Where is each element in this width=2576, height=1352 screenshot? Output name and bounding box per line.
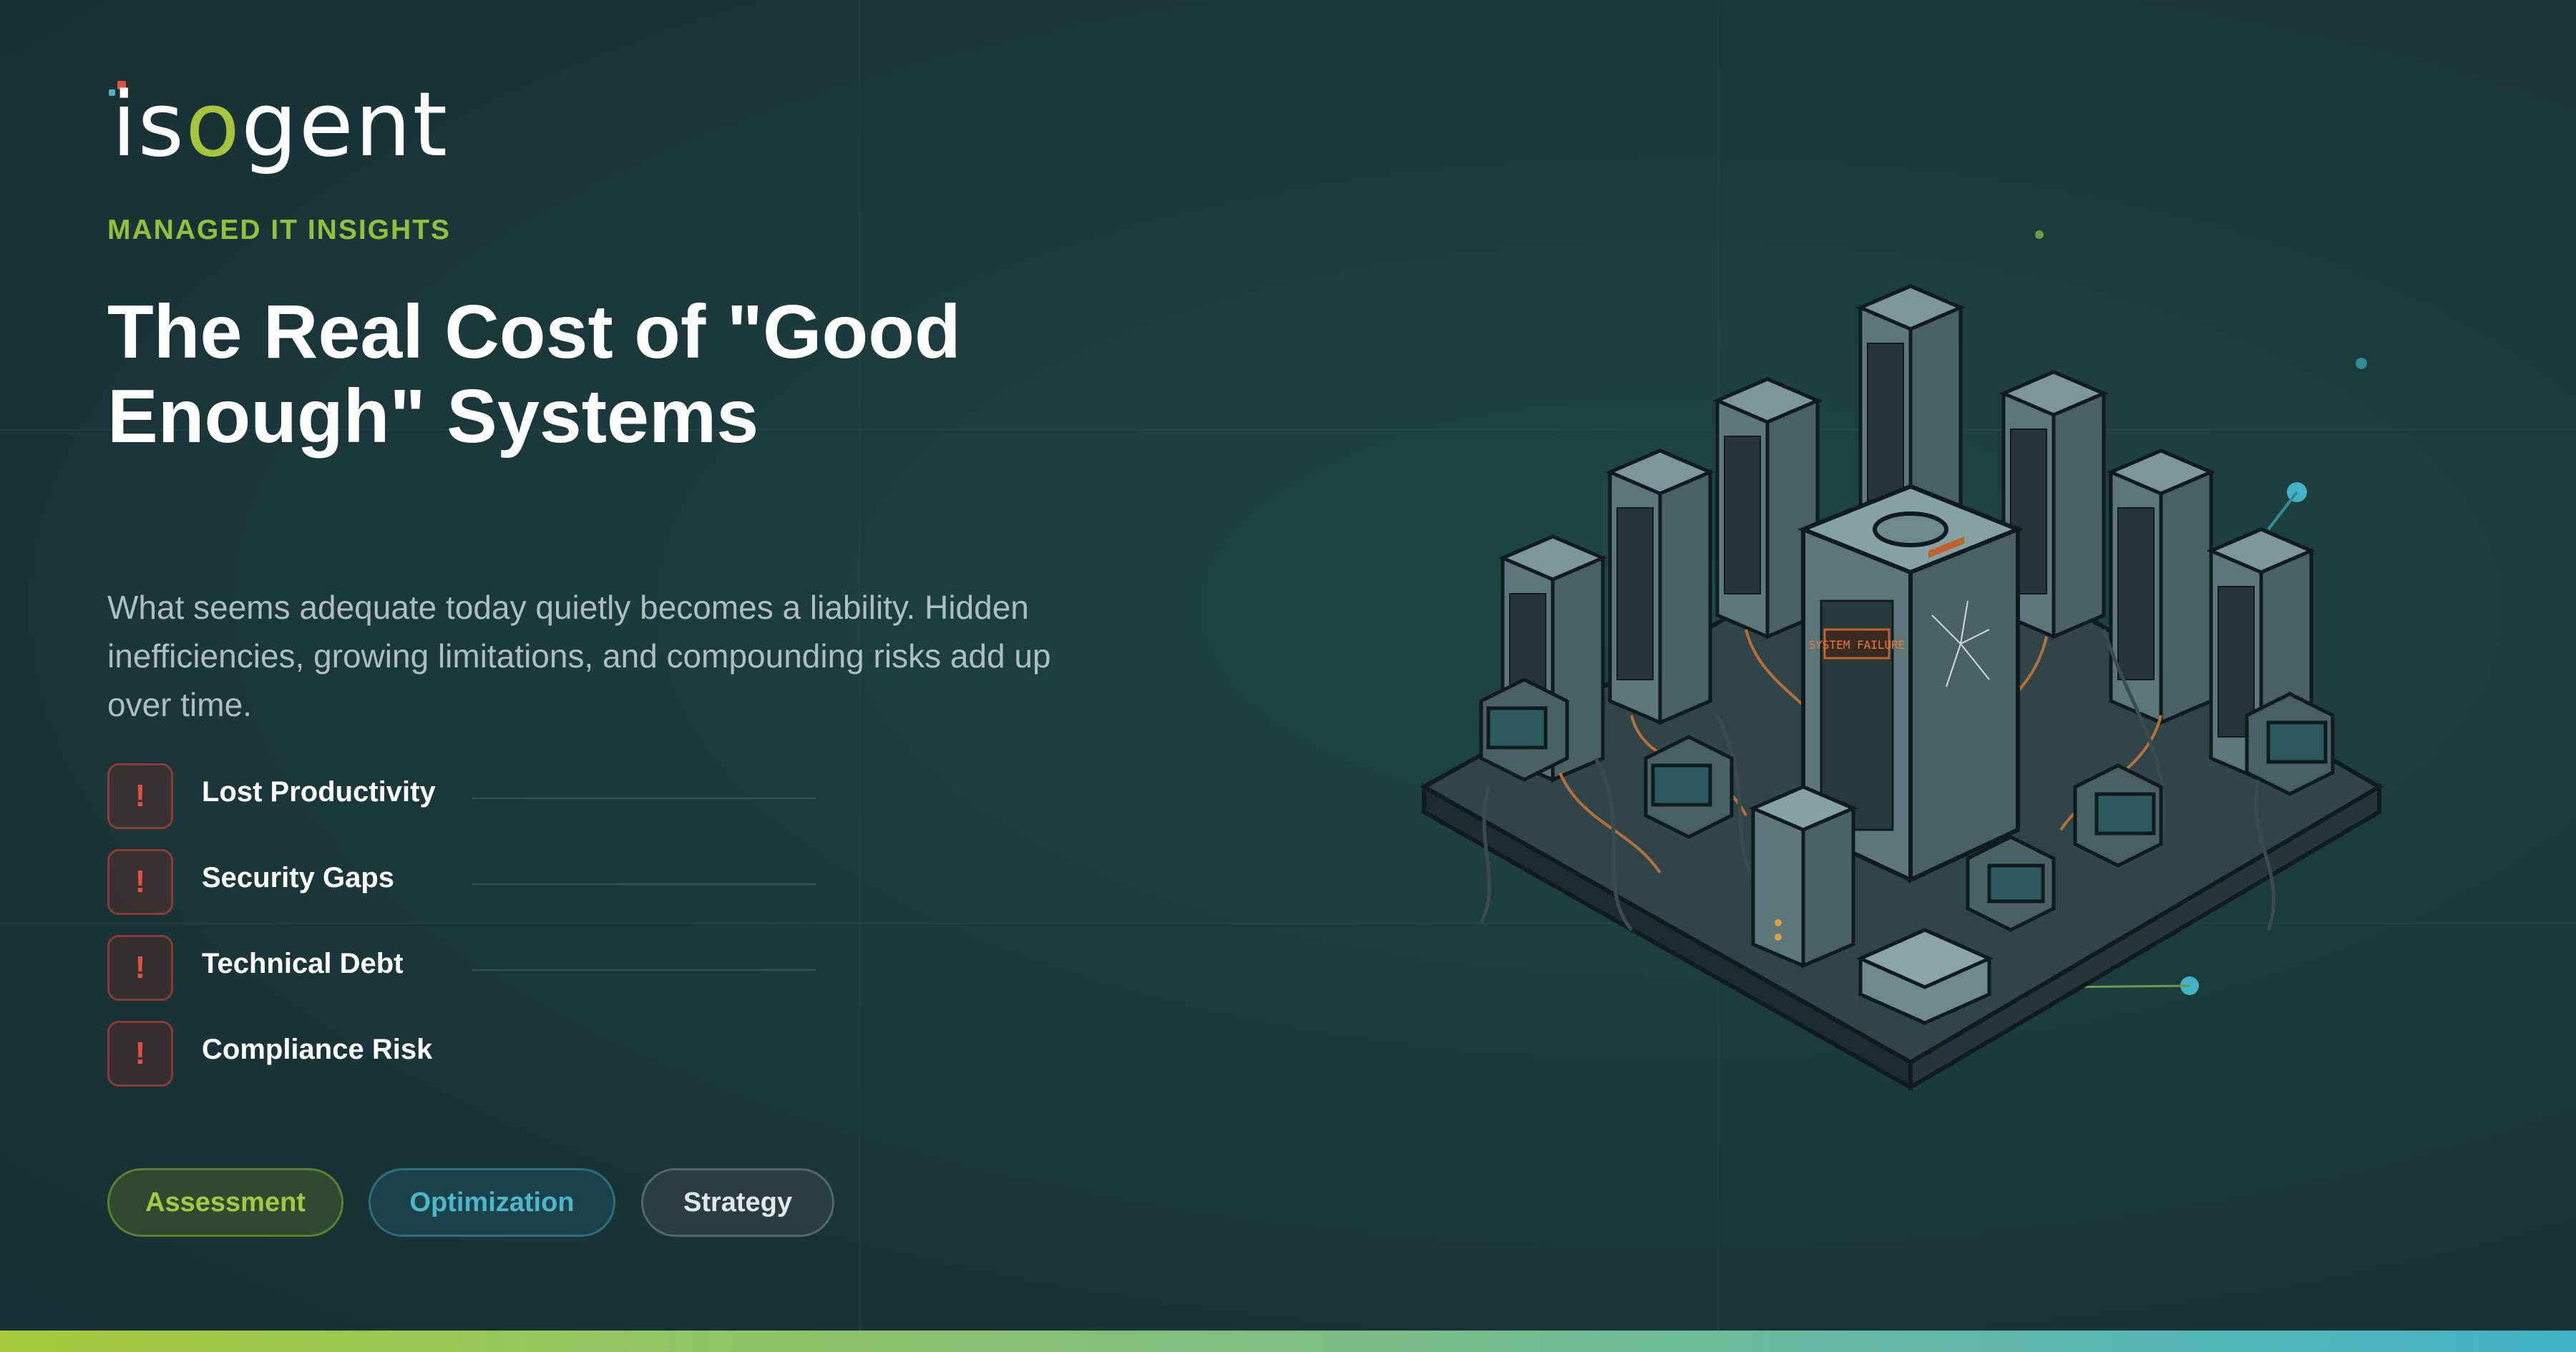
terminal (1966, 835, 2056, 932)
exclamation-icon: ! (107, 1021, 173, 1087)
terminal (1479, 677, 1569, 782)
exclamation-icon: ! (107, 935, 173, 1001)
page-description: What seems adequate today quietly become… (107, 589, 1051, 723)
terminal (2245, 692, 2335, 796)
risk-label: Lost Productivity (202, 776, 436, 808)
decor-dot (2035, 230, 2044, 239)
divider (472, 969, 816, 971)
terminal (2073, 763, 2163, 868)
tag-assessment[interactable]: Assessment (107, 1168, 343, 1237)
system-failure-sign: SYSTEM FAILURE (1809, 638, 1906, 652)
bottom-accent-bar (0, 1331, 2576, 1352)
eyebrow-label: MANAGED IT INSIGHTS (107, 215, 452, 245)
divider (472, 883, 816, 885)
brand-wordmark: isogent (112, 74, 449, 177)
server-room-illustration: SYSTEM FAILURE (1419, 230, 2384, 1092)
risk-label: Security Gaps (202, 862, 395, 893)
risk-label: Technical Debt (202, 948, 404, 979)
decor-dot (2356, 358, 2367, 369)
risk-label: Compliance Risk (202, 1034, 433, 1065)
divider (472, 798, 816, 799)
page-title: The Real Cost of "Good Enough" Systems (107, 290, 961, 459)
exclamation-icon: ! (107, 849, 173, 915)
risk-item: ! Security Gaps (107, 849, 823, 918)
tag-strategy[interactable]: Strategy (641, 1168, 834, 1237)
tag-optimization[interactable]: Optimization (369, 1168, 615, 1237)
terminal (1644, 735, 1734, 839)
brand-logo: isogent (107, 68, 447, 182)
pc-tower (1748, 785, 1858, 969)
risk-item: ! Compliance Risk (107, 1021, 823, 1089)
exclamation-icon: ! (107, 763, 173, 829)
risk-item: ! Lost Productivity (107, 763, 823, 832)
risk-item: ! Technical Debt (107, 935, 823, 1004)
